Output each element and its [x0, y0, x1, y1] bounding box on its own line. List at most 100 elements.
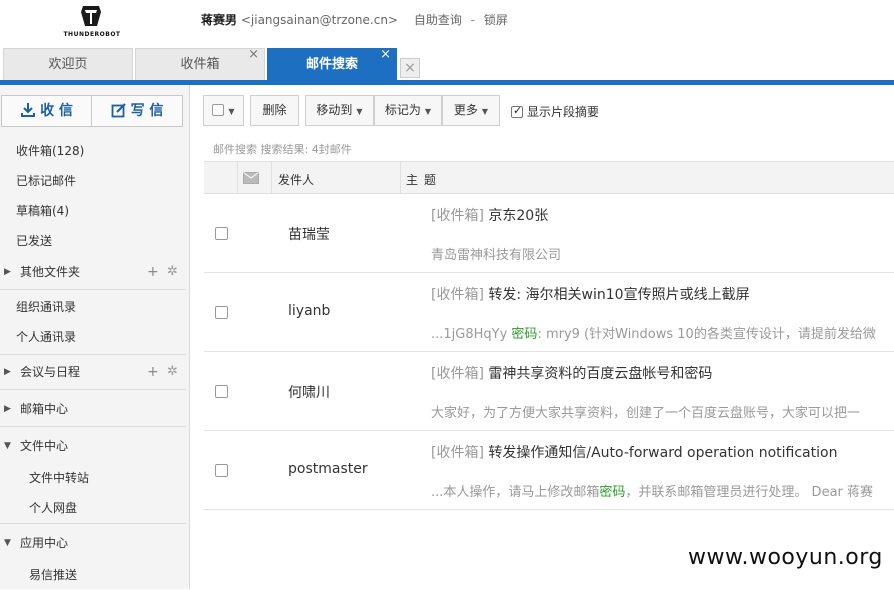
- thunderobot-logo[interactable]: THUNDEROBOT: [52, 2, 132, 42]
- sidebar-item-flagged[interactable]: 已标记邮件: [0, 166, 189, 196]
- tab-label: 收件箱: [180, 57, 220, 72]
- sidebar-item-personal-contacts[interactable]: 个人通讯录: [0, 322, 189, 352]
- show-summary-checkbox[interactable]: [511, 104, 523, 118]
- digest-text: ...本人操作，请马上修改邮箱: [431, 485, 600, 500]
- sidebar-item-label: 已发送: [16, 234, 53, 248]
- move-to-dropdown[interactable]: 移动到 ▼: [305, 95, 374, 126]
- sidebar-item-drafts[interactable]: 草稿箱(4): [0, 196, 189, 226]
- close-icon[interactable]: ×: [380, 39, 391, 70]
- compose-icon: [111, 103, 126, 118]
- row-checkbox[interactable]: [215, 385, 228, 398]
- table-row[interactable]: 何啸川 [收件箱] 雷神共享资料的百度云盘帐号和密码 大家好，为了方便大家共享资…: [204, 352, 894, 431]
- user-name: 蒋赛男: [201, 13, 238, 27]
- digest-text: 大家好，为了方便大家共享资料，创建了一个百度云盘账号，大家可以把一: [431, 406, 861, 421]
- row-sender: liyanb: [288, 303, 331, 319]
- header-separator: -: [470, 13, 476, 27]
- mark-as-label: 标记为: [384, 103, 421, 117]
- row-subject-text: 京东20张: [483, 208, 549, 224]
- sidebar-divider: [0, 354, 186, 355]
- table-row[interactable]: liyanb [收件箱] 转发: 海尔相关win10宣传照片或线上截屏 ...1…: [204, 273, 894, 352]
- more-dropdown[interactable]: 更多 ▼: [442, 95, 500, 126]
- show-summary-toggle[interactable]: 显示片段摘要: [511, 103, 599, 120]
- mail-table-header: 发件人 主题: [204, 161, 894, 194]
- write-button[interactable]: 写 信: [92, 96, 182, 126]
- row-subject[interactable]: [收件箱] 转发操作通知信/Auto-forward operation not…: [431, 442, 837, 462]
- receive-label: 收 信: [40, 103, 73, 119]
- sidebar-item-other-folders[interactable]: ▶ 其他文件夹 + ✲: [0, 257, 189, 287]
- row-checkbox[interactable]: [215, 464, 228, 477]
- chevron-down-icon: ▼: [228, 107, 235, 116]
- table-row[interactable]: postmaster [收件箱] 转发操作通知信/Auto-forward op…: [204, 431, 894, 510]
- add-folder-icon[interactable]: +: [147, 257, 159, 287]
- row-folder: [收件箱]: [431, 287, 484, 303]
- download-icon: [21, 103, 36, 117]
- delete-button[interactable]: 删除: [250, 95, 299, 126]
- digest-text: ...1jG8HqYy: [431, 327, 512, 342]
- sidebar-item-meetings[interactable]: ▶ 会议与日程 + ✲: [0, 357, 189, 387]
- sidebar-item-file-transfer[interactable]: 文件中转站: [0, 463, 189, 493]
- row-subject[interactable]: [收件箱] 京东20张: [431, 205, 548, 225]
- tab-label: 邮件搜索: [305, 57, 358, 72]
- row-digest: 青岛雷神科技有限公司: [431, 244, 561, 263]
- receive-button[interactable]: 收 信: [2, 96, 92, 126]
- digest-highlight: 密码: [511, 327, 538, 342]
- tab-label: 欢迎页: [48, 57, 88, 72]
- tab-inbox[interactable]: 收件箱 ×: [135, 47, 265, 80]
- mark-as-dropdown[interactable]: 标记为 ▼: [374, 95, 442, 126]
- collapse-arrow-icon[interactable]: ▼: [4, 528, 11, 558]
- digest-text: : mry9 (针对Windows 10的各类宣传设计，请提前发给微: [537, 327, 876, 342]
- row-subject[interactable]: [收件箱] 转发: 海尔相关win10宣传照片或线上截屏: [431, 284, 750, 304]
- column-subject[interactable]: 主题: [406, 171, 442, 188]
- close-icon[interactable]: ×: [248, 39, 259, 70]
- sidebar-divider: [0, 289, 186, 290]
- sidebar-item-label: 收件箱(128): [16, 144, 85, 158]
- sidebar-item-file-center[interactable]: ▼ 文件中心: [0, 431, 189, 461]
- column-sender[interactable]: 发件人: [278, 171, 314, 188]
- sidebar-item-inbox[interactable]: 收件箱(128): [0, 136, 189, 166]
- row-checkbox[interactable]: [215, 227, 228, 240]
- expand-arrow-icon[interactable]: ▶: [4, 257, 11, 287]
- lock-screen-link[interactable]: 锁屏: [484, 13, 508, 27]
- logo-icon: [81, 6, 101, 26]
- digest-highlight: 密码: [599, 485, 626, 500]
- sidebar-item-app-center[interactable]: ▼ 应用中心: [0, 528, 189, 558]
- sidebar-divider: [0, 389, 186, 390]
- write-label: 写 信: [130, 103, 164, 119]
- close-all-tabs-icon[interactable]: ×: [400, 58, 420, 78]
- row-subject[interactable]: [收件箱] 雷神共享资料的百度云盘帐号和密码: [431, 363, 712, 383]
- show-summary-label: 显示片段摘要: [527, 105, 600, 119]
- row-digest: ...本人操作，请马上修改邮箱密码，并联系邮箱管理员进行处理。 Dear 蒋赛: [431, 481, 873, 500]
- sidebar-item-label: 文件中转站: [29, 471, 90, 485]
- digest-text: 青岛雷神科技有限公司: [431, 248, 562, 263]
- sidebar-item-label: 会议与日程: [20, 365, 81, 379]
- row-folder: [收件箱]: [431, 366, 484, 382]
- table-row[interactable]: 苗瑞莹 [收件箱] 京东20张 青岛雷神科技有限公司: [204, 194, 894, 273]
- column-divider: [237, 162, 238, 194]
- compose-bar: 收 信 写 信: [1, 95, 183, 127]
- row-sender: 何啸川: [288, 385, 330, 401]
- sidebar-item-org-contacts[interactable]: 组织通讯录: [0, 292, 189, 322]
- tab-mail-search[interactable]: 邮件搜索 ×: [267, 47, 397, 80]
- logo-text: THUNDEROBOT: [63, 31, 121, 38]
- envelope-icon[interactable]: [243, 172, 259, 184]
- collapse-arrow-icon[interactable]: ▼: [4, 431, 11, 461]
- gear-icon[interactable]: ✲: [167, 257, 178, 287]
- sidebar-item-personal-disk[interactable]: 个人网盘: [0, 493, 189, 523]
- row-checkbox[interactable]: [215, 306, 228, 319]
- sidebar-item-sent[interactable]: 已发送: [0, 226, 189, 256]
- row-digest: 大家好，为了方便大家共享资料，创建了一个百度云盘账号，大家可以把一: [431, 402, 860, 421]
- add-event-icon[interactable]: +: [147, 357, 159, 387]
- expand-arrow-icon[interactable]: ▶: [4, 394, 11, 424]
- sidebar-item-label: 个人通讯录: [16, 330, 77, 344]
- watermark: www.wooyun.org: [688, 545, 883, 570]
- move-to-label: 移动到: [316, 103, 353, 117]
- sidebar-item-mailbox-center[interactable]: ▶ 邮箱中心: [0, 394, 189, 424]
- tab-welcome[interactable]: 欢迎页: [3, 48, 133, 80]
- user-email: <jiangsainan@trzone.cn>: [240, 13, 398, 27]
- select-dropdown[interactable]: ▼: [203, 95, 244, 126]
- gear-icon[interactable]: ✲: [167, 357, 178, 387]
- expand-arrow-icon[interactable]: ▶: [4, 357, 11, 387]
- sidebar-item-yixin-push[interactable]: 易信推送: [0, 560, 189, 590]
- select-all-checkbox[interactable]: [212, 104, 225, 116]
- self-service-link[interactable]: 自助查询: [414, 13, 462, 27]
